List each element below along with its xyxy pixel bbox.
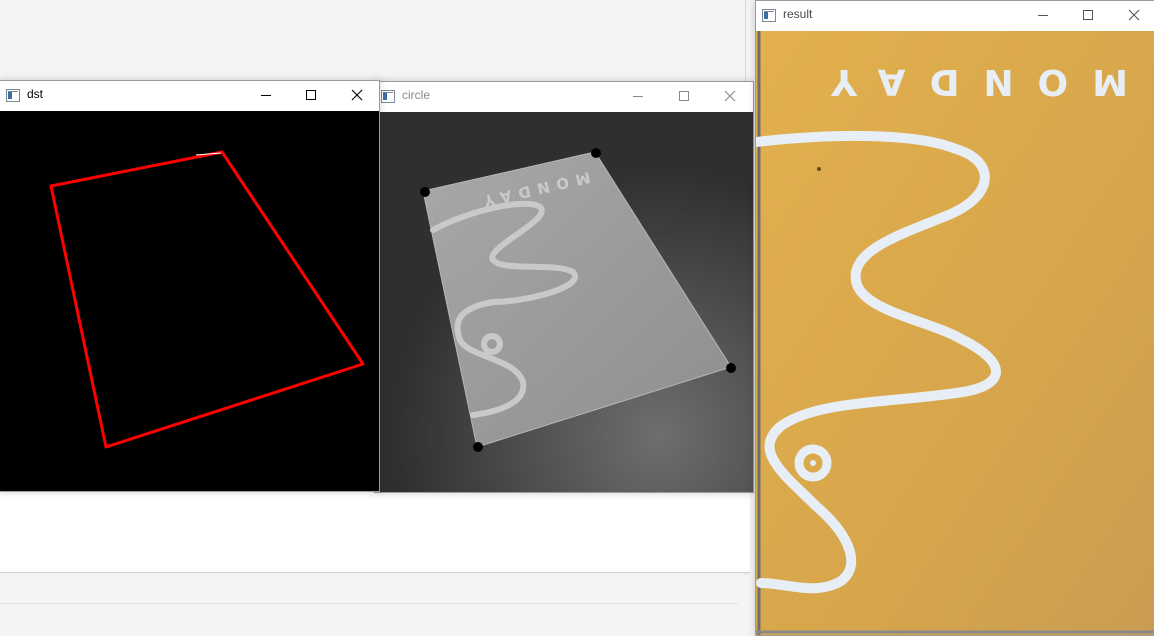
corner-marker — [420, 187, 430, 197]
dst-maximize-button[interactable] — [288, 81, 334, 110]
dst-close-button[interactable] — [334, 81, 379, 110]
circle-image: MONDAY — [375, 112, 753, 492]
circle-window[interactable]: circle MONDAY — [374, 81, 754, 493]
result-image: MONDAY — [756, 31, 1154, 635]
host-bottom-panel — [0, 490, 750, 573]
card-speck — [817, 167, 821, 171]
app-window-icon — [381, 90, 395, 103]
close-icon — [351, 89, 363, 101]
app-window-icon — [762, 9, 776, 22]
host-divider-horizontal — [0, 603, 738, 604]
dst-image — [0, 111, 379, 491]
dst-image-view — [0, 111, 379, 491]
circle-window-title: circle — [402, 88, 431, 102]
circle-titlebar[interactable]: circle — [375, 82, 753, 111]
dst-window[interactable]: dst — [0, 80, 380, 492]
app-window-icon — [6, 89, 20, 102]
minimize-icon — [633, 96, 643, 97]
result-window[interactable]: result MONDAY — [755, 0, 1154, 636]
result-maximize-button[interactable] — [1065, 1, 1111, 30]
maximize-icon — [306, 90, 316, 100]
result-window-title: result — [783, 7, 813, 21]
host-top-panel — [0, 0, 745, 82]
corner-marker — [726, 363, 736, 373]
card-text-result: MONDAY — [807, 61, 1128, 102]
circle-close-button[interactable] — [707, 82, 753, 111]
result-minimize-button[interactable] — [1020, 1, 1066, 30]
result-close-button[interactable] — [1111, 1, 1154, 30]
maximize-icon — [679, 91, 689, 101]
circle-minimize-button[interactable] — [615, 82, 661, 111]
maximize-icon — [1083, 10, 1093, 20]
close-icon — [724, 90, 736, 102]
corner-marker — [591, 148, 601, 158]
dst-minimize-button[interactable] — [243, 81, 289, 110]
circle-image-view: MONDAY — [375, 112, 753, 492]
minimize-icon — [261, 95, 271, 96]
close-icon — [1128, 9, 1140, 21]
circle-maximize-button[interactable] — [661, 82, 707, 111]
minimize-icon — [1038, 15, 1048, 16]
corner-marker — [473, 442, 483, 452]
result-titlebar[interactable]: result — [756, 1, 1154, 30]
dst-window-title: dst — [27, 87, 44, 101]
result-image-view: MONDAY — [756, 31, 1154, 635]
dst-titlebar[interactable]: dst — [0, 81, 379, 110]
